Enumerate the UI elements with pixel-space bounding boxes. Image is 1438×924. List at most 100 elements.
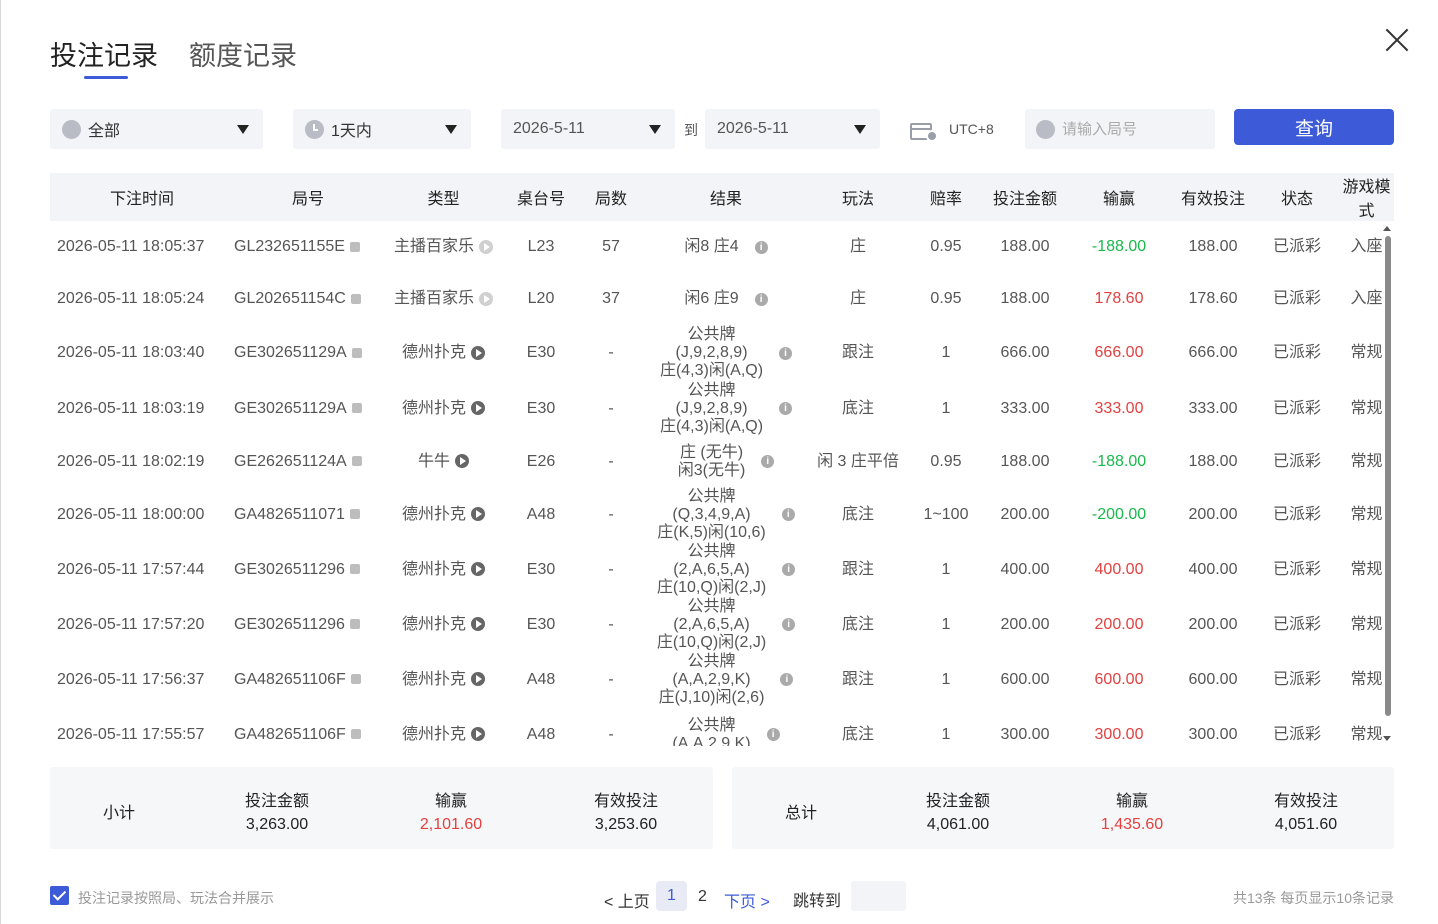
table-row[interactable]: 2026-05-11 17:57:20 GE3026511296 德州扑克 E3…: [50, 597, 1394, 652]
copy-icon[interactable]: [351, 456, 362, 467]
play-video-icon[interactable]: [479, 239, 493, 254]
round-id: GA482651106F: [234, 670, 346, 688]
play-video-icon[interactable]: [471, 727, 485, 742]
game-type: 德州扑克: [401, 670, 466, 688]
info-icon[interactable]: i: [754, 292, 768, 306]
table-row[interactable]: 2026-05-11 18:00:00 GA4826511071 德州扑克 A4…: [50, 487, 1394, 542]
play-type: 底注: [841, 505, 874, 523]
tab-bet-records[interactable]: 投注记录: [50, 38, 158, 79]
table-row[interactable]: 2026-05-11 18:03:19 GE302651129A 德州扑克 E3…: [50, 381, 1394, 436]
table-row[interactable]: 2026-05-11 17:57:44 GE3026511296 德州扑克 E3…: [50, 542, 1394, 597]
info-icon[interactable]: i: [782, 563, 796, 576]
chevron-down-icon: [445, 125, 457, 134]
column-header: 赔率: [929, 191, 962, 208]
copy-icon[interactable]: [349, 619, 360, 630]
valid-bet: 666.00: [1188, 344, 1238, 361]
timezone-label: UTC+8: [949, 121, 994, 137]
total-panel: 总计 投注金额 4,061.00 输赢 1,435.60 有效投注 4,051.…: [732, 767, 1394, 849]
play-type: 底注: [841, 615, 874, 633]
game-type-select[interactable]: 全部: [50, 109, 263, 149]
info-icon[interactable]: i: [766, 728, 780, 741]
play-video-icon[interactable]: [471, 617, 485, 632]
subtotal-win: 输赢 2,101.60: [391, 787, 511, 834]
round-id-cell: GL232651155E: [234, 221, 382, 273]
info-icon[interactable]: i: [754, 240, 768, 254]
date-to-select[interactable]: 2026-5-11: [705, 109, 880, 149]
copy-icon[interactable]: [350, 729, 361, 740]
info-icon[interactable]: i: [782, 618, 796, 631]
play-video-icon[interactable]: [455, 454, 469, 469]
column-header: 游戏模式: [1342, 179, 1391, 220]
query-button[interactable]: 查询: [1234, 109, 1394, 145]
copy-icon[interactable]: [350, 674, 361, 685]
info-icon[interactable]: i: [780, 673, 794, 686]
table-row[interactable]: 2026-05-11 18:03:40 GE302651129A 德州扑克 E3…: [50, 325, 1394, 381]
column-header: 状态: [1280, 191, 1313, 208]
odds: 1: [941, 725, 951, 743]
win-loss: -200.00: [1091, 505, 1147, 523]
date-from-select[interactable]: 2026-5-11: [501, 109, 675, 149]
table-number: E30: [526, 560, 556, 578]
calendar-icon[interactable]: [910, 120, 938, 142]
page-1-button[interactable]: 1: [656, 881, 687, 911]
copy-icon[interactable]: [351, 403, 362, 414]
result-line: 庄(K,5)闲(10,6): [657, 523, 766, 541]
play-video-icon[interactable]: [471, 507, 485, 522]
bet-amount: 300.00: [1000, 725, 1050, 743]
close-icon[interactable]: [1384, 27, 1410, 53]
play-video-icon[interactable]: [471, 672, 485, 687]
play-video-icon[interactable]: [471, 562, 485, 577]
info-icon[interactable]: i: [779, 402, 793, 415]
table-row[interactable]: 2026-05-11 18:05:37 GL232651155E 主播百家乐 L…: [50, 221, 1394, 273]
column-header: 投注金额: [992, 191, 1057, 208]
scroll-down-icon[interactable]: [1383, 736, 1391, 741]
round-input[interactable]: [1062, 120, 1202, 138]
result-cell: 公共牌 (J,9,2,8,9) 庄(4,3)闲(A,Q) i: [645, 381, 807, 436]
result-line: (J,9,2,8,9): [675, 399, 748, 417]
next-page-link[interactable]: 下页 >: [724, 888, 770, 912]
game-type: 德州扑克: [401, 560, 466, 578]
info-icon[interactable]: i: [761, 455, 775, 468]
prev-page-link[interactable]: < 上页: [604, 888, 650, 912]
round-id-cell: GL202651154C: [234, 273, 382, 325]
table-row[interactable]: 2026-05-11 17:56:37 GA482651106F 德州扑克 A4…: [50, 652, 1394, 707]
scroll-up-icon[interactable]: [1383, 226, 1391, 231]
win-loss: -188.00: [1091, 238, 1147, 255]
copy-icon[interactable]: [350, 293, 361, 304]
bet-time: 2026-05-11 18:05:37: [57, 238, 205, 255]
result-cell: 闲8 庄4 i: [645, 221, 807, 273]
info-icon[interactable]: i: [781, 508, 795, 521]
status: 已派彩: [1272, 615, 1321, 633]
copy-icon[interactable]: [349, 241, 360, 252]
table-row[interactable]: 2026-05-11 18:05:24 GL202651154C 主播百家乐 L…: [50, 273, 1394, 325]
copy-icon[interactable]: [349, 509, 360, 520]
result-line: (Q,3,4,9,A): [672, 505, 751, 523]
bet-time: 2026-05-11 18:03:40: [57, 344, 205, 361]
scroll-thumb[interactable]: [1385, 236, 1391, 716]
round-id: GE3026511296: [234, 615, 345, 633]
play-type: 底注: [841, 399, 874, 417]
table-row[interactable]: 2026-05-11 17:55:57 GA482651106F 德州扑克 A4…: [50, 707, 1394, 747]
play-video-icon[interactable]: [479, 291, 493, 306]
result-line: 公共牌: [687, 381, 736, 399]
info-icon[interactable]: i: [779, 346, 793, 360]
total-valid-label: 有效投注: [1273, 793, 1338, 810]
tab-credit-records[interactable]: 额度记录: [189, 38, 297, 74]
merge-checkbox[interactable]: [50, 886, 69, 905]
play-video-icon[interactable]: [471, 401, 485, 416]
copy-icon[interactable]: [349, 564, 360, 575]
jump-page-input[interactable]: [851, 881, 906, 911]
play-video-icon[interactable]: [471, 345, 485, 360]
valid-bet: 200.00: [1188, 615, 1238, 633]
win-loss: 200.00: [1094, 615, 1144, 633]
result-line: (2,A,6,5,A): [673, 615, 750, 633]
game-type-cell: 德州扑克: [382, 381, 505, 436]
range-select[interactable]: 1天内: [293, 109, 471, 149]
copy-icon[interactable]: [351, 347, 362, 358]
game-type-cell: 德州扑克: [382, 652, 505, 707]
range-value: 1天内: [331, 123, 372, 140]
result-line: (2,A,6,5,A): [673, 560, 750, 578]
table-row[interactable]: 2026-05-11 18:02:19 GE262651124A 牛牛 E26 …: [50, 436, 1394, 487]
page-2-button[interactable]: 2: [698, 888, 707, 906]
play-type: 跟注: [841, 344, 874, 361]
